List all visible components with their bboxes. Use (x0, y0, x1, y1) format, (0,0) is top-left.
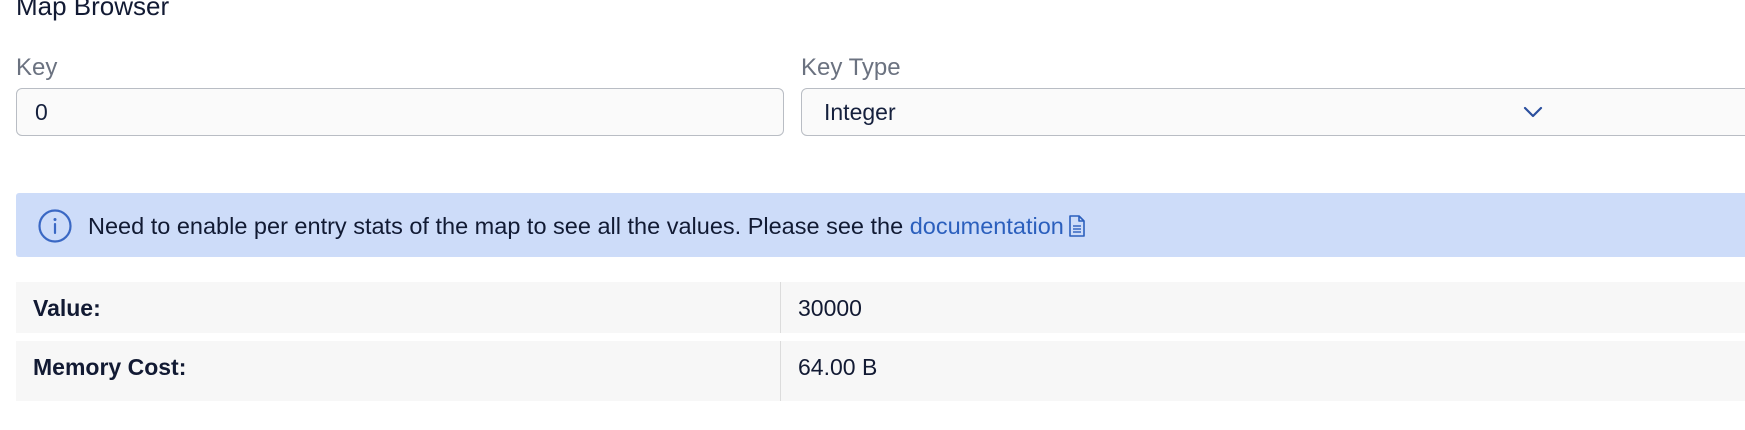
map-browser-page: Map Browser Key 0 Key Type Integer Need … (0, 0, 1745, 430)
key-input-value: 0 (35, 98, 48, 125)
value-cell: 30000 (798, 295, 862, 321)
column-divider (780, 282, 781, 333)
info-banner-text: Need to enable per entry stats of the ma… (88, 211, 1087, 241)
chevron-down-icon (1523, 106, 1543, 118)
value-label: Value: (33, 295, 101, 321)
key-type-select[interactable]: Integer (801, 88, 1745, 136)
key-type-selected-value: Integer (824, 98, 896, 125)
key-type-label: Key Type (801, 54, 901, 81)
table-row-value: Value: 30000 (16, 282, 1745, 333)
documentation-link[interactable]: documentation (910, 213, 1087, 239)
info-banner: Need to enable per entry stats of the ma… (16, 193, 1745, 257)
page-title: Map Browser (16, 0, 170, 21)
column-divider (780, 341, 781, 401)
key-input[interactable]: 0 (16, 88, 784, 136)
memory-cost-cell: 64.00 B (798, 354, 878, 380)
table-row-memory-cost: Memory Cost: 64.00 B (16, 341, 1745, 401)
memory-cost-label: Memory Cost: (33, 354, 187, 380)
key-label: Key (16, 54, 58, 81)
documentation-link-text: documentation (909, 213, 1064, 239)
document-icon (1069, 215, 1085, 237)
info-banner-message: Need to enable per entry stats of the ma… (88, 213, 910, 239)
info-icon (38, 209, 72, 243)
